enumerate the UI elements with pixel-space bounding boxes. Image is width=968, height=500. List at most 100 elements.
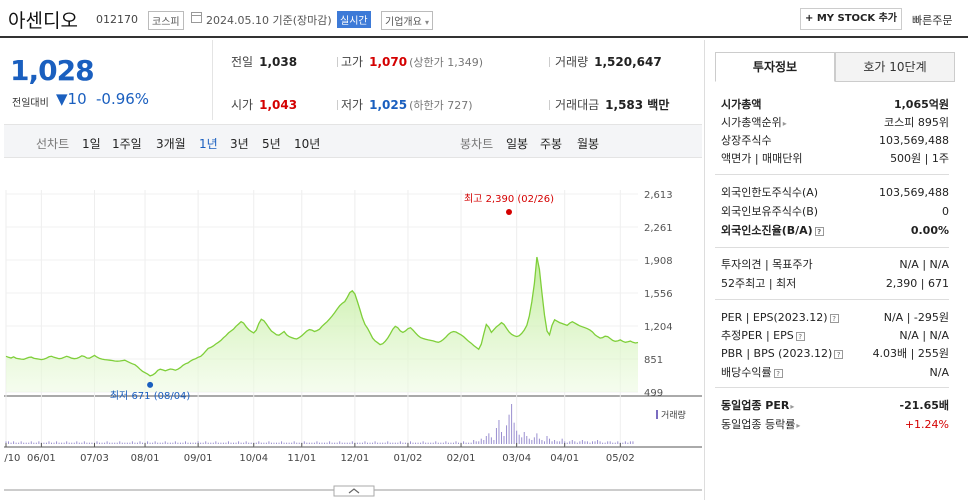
realtime-badge[interactable]: 실시간 [337, 11, 371, 28]
x-tick-label: 02/01 [447, 453, 476, 464]
y-tick-label: 1,204 [644, 322, 673, 333]
invest-row-label: 외국인보유주식수(B) [721, 205, 819, 218]
divider [549, 57, 550, 67]
price-chart[interactable]: 2,613 2,261 1,908 1,556 1,204 851 499 최고 2,390 … [0, 160, 702, 500]
invest-row-value: N/A | -295원 [883, 311, 949, 324]
price-chart-svg: 2,613 2,261 1,908 1,556 1,204 851 499 최고 2,390 … [0, 190, 702, 497]
x-tick-label: 05/02 [606, 453, 635, 464]
x-tick-label: 05/10 [4, 453, 20, 464]
collapse-handle[interactable] [333, 485, 375, 497]
invest-row-label: 추정PER | EPS? [721, 327, 805, 345]
invest-row-value: 0.00% [910, 224, 949, 237]
company-info-dropdown[interactable]: 기업개요 ▾ [381, 11, 434, 30]
chevron-down-icon: ▾ [425, 18, 430, 27]
stat-low: 저가 1,025 (하한가 727) [341, 96, 473, 113]
min-label: 최저 671 (08/04) [110, 390, 191, 402]
my-stock-button[interactable]: + MY STOCK 추가 [800, 8, 902, 30]
stock-name: 아센디오 [8, 10, 78, 32]
invest-row-value: 4.03배 | 255원 [872, 347, 949, 360]
help-icon[interactable]: ? [834, 349, 844, 359]
x-tick-label: 12/01 [340, 453, 369, 464]
stat-high: 고가 1,070 (상한가 1,349) [341, 53, 483, 70]
stat-prev-close: 전일 1,038 [231, 53, 297, 70]
invest-row: 외국인한도주식수(A) 103,569,488 [721, 184, 949, 202]
period-bar: 선차트 1일 1주일 3개월 1년 3년 5년 10년 봉차트 일봉 주봉 월봉 [4, 124, 702, 158]
stat-open: 시가 1,043 [231, 96, 297, 113]
invest-row: PBR | BPS (2023.12)? 4.03배 | 255원 [721, 345, 949, 363]
invest-row: 52주최고 | 최저 2,390 | 671 [721, 275, 949, 293]
period-1y[interactable]: 1년 [199, 135, 218, 152]
stat-value: 1,070 [369, 55, 408, 69]
help-icon[interactable]: ? [795, 331, 805, 341]
invest-row: 배당수익률? N/A [721, 364, 949, 382]
invest-row[interactable]: 시가총액순위▸ 코스피 895위 [721, 114, 949, 132]
max-label: 최고 2,390 (02/26) [464, 193, 554, 205]
y-tick-label: 1,908 [644, 256, 673, 267]
invest-row-value: -21.65배 [899, 399, 949, 412]
invest-row-label: 상장주식수 [721, 134, 772, 147]
invest-row-value: N/A | N/A [899, 258, 949, 271]
stat-volume: 거래량 1,520,647 [555, 53, 662, 70]
market-badge: 코스피 [148, 11, 184, 30]
stat-label: 시가 [231, 98, 254, 112]
candle-monthly[interactable]: 월봉 [577, 135, 599, 152]
stat-label: 거래량 [555, 55, 589, 69]
invest-row-label: PBR | BPS (2023.12)? [721, 345, 844, 363]
stat-value: 1,038 [259, 55, 298, 69]
volume-legend-label: 거래량 [661, 409, 686, 421]
price-block: 1,028 전일대비 ▼10 -0.96% [4, 40, 212, 120]
help-icon[interactable]: ? [829, 313, 839, 323]
period-10y[interactable]: 10년 [294, 135, 320, 152]
help-icon[interactable]: ? [773, 368, 783, 378]
y-tick-label: 499 [644, 388, 663, 399]
y-tick-label: 2,261 [644, 223, 673, 234]
help-icon[interactable]: ? [814, 226, 824, 236]
x-tick-label: 06/01 [27, 453, 56, 464]
invest-info-panel: 투자정보 호가 10단계 시가총액 1,065억원 시가총액순위▸ 코스피 895위 상… [704, 40, 968, 500]
x-tick-label: 07/03 [80, 453, 109, 464]
invest-row-value: 코스피 895위 [884, 116, 949, 129]
invest-row-value: +1.24% [904, 418, 949, 431]
invest-row: PER | EPS(2023.12)? N/A | -295원 [721, 309, 949, 327]
period-1d[interactable]: 1일 [82, 135, 101, 152]
x-tick-label: 01/02 [394, 453, 423, 464]
invest-row: 외국인소진율(B/A)? 0.00% [721, 222, 949, 240]
info-tabs: 투자정보 호가 10단계 [715, 52, 955, 82]
candle-weekly[interactable]: 주봉 [540, 135, 562, 152]
stat-sub: (상한가 1,349) [409, 56, 483, 69]
tab-invest-info[interactable]: 투자정보 [715, 52, 835, 82]
invest-row[interactable]: 동일업종 등락률▸ +1.24% [721, 416, 949, 434]
invest-row[interactable]: 동일업종 PER▸ -21.65배 [721, 397, 949, 415]
invest-row: 액면가 | 매매단위 500원 | 1주 [721, 150, 949, 168]
chevron-right-icon: ▸ [782, 119, 787, 128]
calendar-icon [191, 12, 202, 23]
stock-header: 아센디오 012170 코스피 2024.05.10 기준(장마감) 실시간 기… [0, 0, 968, 38]
candle-daily[interactable]: 일봉 [506, 135, 528, 152]
x-tick-label: 08/01 [131, 453, 160, 464]
stat-sub: (하한가 727) [409, 99, 473, 112]
invest-row-label: 시가총액 [721, 98, 762, 111]
max-marker [506, 209, 512, 215]
invest-row-value: 103,569,488 [879, 134, 949, 147]
invest-row-label: 동일업종 등락률▸ [721, 418, 801, 431]
invest-row-label: 액면가 | 매매단위 [721, 152, 803, 165]
period-5y[interactable]: 5년 [262, 135, 281, 152]
stock-code: 012170 [96, 13, 138, 26]
tab-order-book[interactable]: 호가 10단계 [835, 52, 955, 82]
invest-row-label: 동일업종 PER▸ [721, 399, 795, 412]
x-tick-label: 11/01 [287, 453, 316, 464]
period-3y[interactable]: 3년 [230, 135, 249, 152]
stat-value: 1,520,647 [594, 55, 662, 69]
period-3m[interactable]: 3개월 [156, 135, 186, 152]
stats-grid: 전일 1,038 고가 1,070 (상한가 1,349) 거래량 1,520,647 … [212, 40, 702, 120]
change-label: 전일대비 [12, 98, 49, 109]
company-info-label: 기업개요 [385, 17, 422, 28]
stat-amount: 거래대금 1,583 백만 [555, 96, 669, 113]
invest-row-value: N/A [929, 366, 949, 379]
invest-row: 시가총액 1,065억원 [721, 96, 949, 114]
invest-row: 상장주식수 103,569,488 [721, 132, 949, 150]
quick-order-link[interactable]: 빠른주문 [912, 12, 952, 28]
invest-row-value: 103,569,488 [879, 186, 949, 199]
min-marker [147, 381, 154, 388]
period-1w[interactable]: 1주일 [112, 135, 142, 152]
